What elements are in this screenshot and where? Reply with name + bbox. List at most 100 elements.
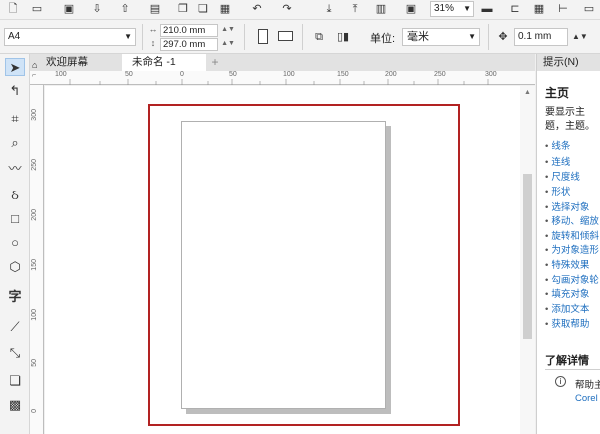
page-size-select[interactable]: A4 ▼: [4, 28, 136, 46]
ruler-ticks: [69, 79, 489, 85]
interactive-fill-tool-icon[interactable]: ▩: [5, 396, 25, 414]
width-icon: ↔: [148, 24, 158, 34]
drawing-canvas[interactable]: [45, 86, 520, 434]
horizontal-ruler[interactable]: ⌐ 100 50 0 50 100 150 200 250 300: [30, 71, 535, 85]
nudge-stepper[interactable]: ▲▼: [572, 30, 588, 44]
height-icon: ↕: [150, 38, 156, 48]
hints-panel: 提示(N) 主页 要显示主题，主题。 • 线条 • 连线 • 尺度线 • 形状 • 选择对…: [536, 54, 600, 434]
vertical-ruler[interactable]: 300 250 200 150 100 50 0: [30, 85, 44, 434]
hint-link[interactable]: • 连线: [545, 154, 570, 168]
import-down-icon[interactable]: ⤓: [322, 2, 336, 16]
highlight-annotation-box: [148, 104, 460, 426]
shape-tool-icon[interactable]: ↰: [5, 82, 25, 100]
export-up-icon[interactable]: ⤒: [348, 2, 362, 16]
toolbar-divider: [488, 24, 489, 50]
show-rulers-icon[interactable]: ⊏: [508, 2, 522, 16]
hint-link[interactable]: • 添加文本: [545, 301, 589, 315]
scrollbar-thumb[interactable]: [523, 174, 532, 339]
export-icon[interactable]: ⇧: [118, 2, 132, 16]
drop-shadow-tool-icon[interactable]: ❏: [5, 372, 25, 390]
options-icon[interactable]: ▭: [582, 2, 596, 16]
print-icon[interactable]: ▤: [148, 2, 162, 16]
parallel-dimension-tool-icon[interactable]: ⟋: [5, 318, 25, 336]
hints-panel-title[interactable]: 提示(N): [537, 54, 600, 71]
hint-link[interactable]: • 移动、缩放: [545, 213, 599, 227]
page-height-field[interactable]: 297.0 mm: [160, 38, 218, 51]
freehand-tool-icon[interactable]: 〰: [5, 160, 25, 178]
corel-link[interactable]: Corel: [575, 393, 598, 404]
app-launcher-icon[interactable]: ▣: [404, 2, 418, 16]
width-stepper[interactable]: ▲▼: [220, 24, 236, 37]
portrait-orientation-button[interactable]: [258, 29, 268, 44]
hint-link[interactable]: • 特殊效果: [545, 257, 589, 271]
help-topics-label[interactable]: 帮助主: [575, 377, 600, 391]
new-document-icon[interactable]: 🗋: [6, 2, 20, 16]
page-width-field[interactable]: 210.0 mm: [160, 24, 218, 37]
tab-untitled-document[interactable]: 未命名 -1: [122, 54, 206, 71]
info-icon: i: [555, 376, 566, 387]
hints-heading: 主页: [545, 86, 570, 100]
full-screen-icon[interactable]: ▬: [480, 2, 494, 16]
tab-label: 未命名 -1: [132, 56, 176, 68]
zoom-tool-icon[interactable]: ⌕: [5, 134, 25, 152]
chevron-down-icon: ▼: [463, 4, 471, 13]
clipboard-icon[interactable]: ▦: [218, 2, 232, 16]
property-bar: A4 ▼ ↔ 210.0 mm ▲▼ ↕ 297.0 mm ▲▼ ⧉ ▯▮ 单位…: [0, 20, 600, 54]
hint-link[interactable]: • 旋转和倾斜: [545, 228, 599, 242]
nudge-distance-icon: ✥: [498, 31, 508, 43]
ellipse-tool-icon[interactable]: ○: [5, 234, 25, 252]
landscape-orientation-button[interactable]: [278, 31, 293, 41]
hint-link[interactable]: • 线条: [545, 138, 570, 152]
toolbar-divider: [142, 24, 143, 50]
learn-more-heading: 了解详情: [545, 355, 589, 367]
undo-icon[interactable]: ↶: [250, 2, 264, 16]
height-stepper[interactable]: ▲▼: [220, 38, 236, 51]
redo-icon[interactable]: ↷: [280, 2, 294, 16]
ruler-tick-label: 100: [31, 309, 38, 321]
paste-icon[interactable]: ❏: [196, 2, 210, 16]
ruler-tick-label: 200: [31, 209, 38, 221]
show-guidelines-icon[interactable]: ⊢: [556, 2, 570, 16]
vertical-scrollbar[interactable]: ▲: [520, 86, 535, 434]
artistic-media-tool-icon[interactable]: ઠ: [5, 186, 25, 204]
hint-link[interactable]: • 形状: [545, 184, 570, 198]
units-select[interactable]: 毫米 ▼: [402, 28, 480, 46]
crop-tool-icon[interactable]: ⌗: [5, 110, 25, 128]
zoom-level-select[interactable]: 31% ▼: [430, 1, 474, 17]
open-icon[interactable]: ▭: [30, 2, 44, 16]
toolbar-divider: [244, 24, 245, 50]
publish-icon[interactable]: ▥: [374, 2, 388, 16]
pick-tool-icon[interactable]: ➤: [5, 58, 25, 76]
tab-label: 欢迎屏幕: [46, 56, 88, 68]
ruler-tick-label: 250: [31, 159, 38, 171]
text-tool-icon[interactable]: 字: [5, 288, 25, 306]
import-icon[interactable]: ⇩: [90, 2, 104, 16]
hint-link[interactable]: • 勾画对象轮: [545, 272, 599, 286]
hint-link[interactable]: • 尺度线: [545, 169, 580, 183]
scroll-up-icon[interactable]: ▲: [524, 89, 531, 96]
chevron-down-icon: ▼: [124, 32, 132, 41]
hint-link[interactable]: • 填充对象: [545, 286, 589, 300]
document-tabs: ⌂ 欢迎屏幕 未命名 -1 +: [30, 54, 535, 71]
current-page-icon[interactable]: ▯▮: [336, 30, 350, 44]
units-label: 单位:: [370, 33, 396, 45]
units-value: 毫米: [407, 31, 429, 43]
hint-link[interactable]: • 为对象造形: [545, 242, 599, 256]
chevron-down-icon: ▼: [468, 32, 476, 41]
divider: [545, 369, 600, 370]
copy-icon[interactable]: ❐: [176, 2, 190, 16]
polygon-tool-icon[interactable]: ⬡: [5, 258, 25, 276]
standard-toolbar: 🗋 ▭ ▣ ⇩ ⇧ ▤ ❐ ❏ ▦ ↶ ↷ ⤓ ⤒ ▥ ▣ 31% ▼ ▬ ⊏ …: [0, 0, 600, 20]
save-icon[interactable]: ▣: [62, 2, 76, 16]
hint-link[interactable]: • 获取帮助: [545, 316, 589, 330]
show-grid-icon[interactable]: ▦: [532, 2, 546, 16]
nudge-distance-field[interactable]: 0.1 mm: [514, 28, 568, 46]
ruler-tick-label: 150: [31, 259, 38, 271]
all-pages-icon[interactable]: ⧉: [312, 30, 326, 44]
hint-link[interactable]: • 选择对象: [545, 199, 589, 213]
tab-welcome-screen[interactable]: ⌂ 欢迎屏幕: [30, 54, 120, 71]
page-size-value: A4: [8, 31, 21, 42]
connector-tool-icon[interactable]: ⤡: [5, 344, 25, 362]
add-tab-icon[interactable]: +: [208, 56, 222, 69]
rectangle-tool-icon[interactable]: □: [5, 210, 25, 228]
